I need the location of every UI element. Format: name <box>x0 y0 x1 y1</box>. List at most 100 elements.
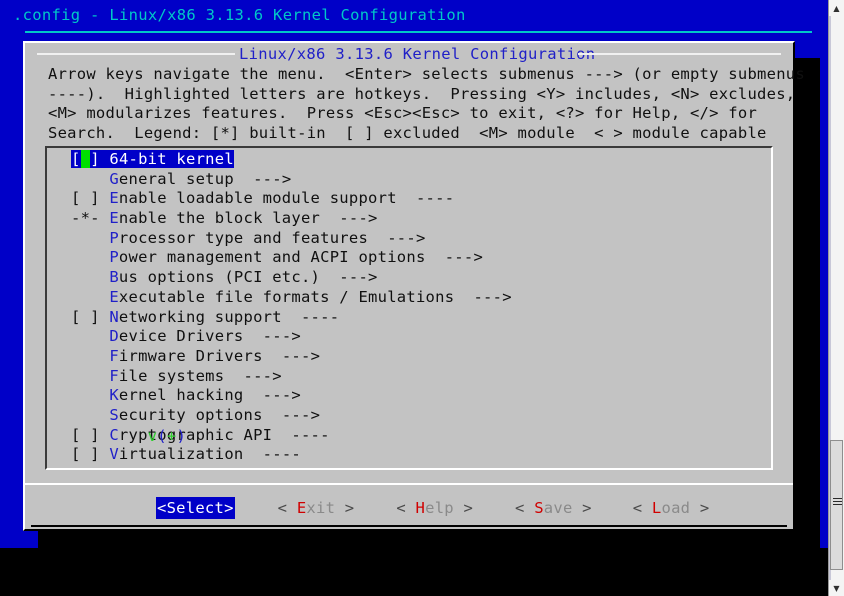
terminal-bottom-strip <box>0 548 828 572</box>
menu-item-submenu-indicator: ---> <box>368 228 426 247</box>
scrollbar-down-arrow-icon[interactable]: ▼ <box>829 580 844 596</box>
menu-item-label: evice Drivers <box>118 327 244 346</box>
window-title-bar: .config - Linux/x86 3.13.6 Kernel Config… <box>0 0 828 32</box>
button-label: ave <box>543 499 573 517</box>
menu-item-state-marker <box>71 327 109 345</box>
menu-item-hotkey: P <box>109 228 119 247</box>
menu-item[interactable]: Power management and ACPI options ---> <box>47 248 771 268</box>
help-text: Arrow keys navigate the menu. <Enter> se… <box>48 65 805 142</box>
menu-item-label: irmware Drivers <box>118 346 263 365</box>
scroll-down-indicator: v(+) <box>71 407 186 466</box>
menu-item[interactable]: -*- Enable the block layer ---> <box>47 209 771 229</box>
menu-item-state-marker <box>71 347 109 365</box>
menu-item-submenu-indicator: ---> <box>262 346 321 365</box>
menu-item-state-marker <box>71 288 109 306</box>
button-label: <Select> <box>157 499 234 517</box>
button-bracket-right: > <box>572 499 592 517</box>
menu-item-label: ile systems <box>118 366 225 385</box>
button-bracket-left: < <box>515 499 535 517</box>
dialog-title-rule-right <box>578 53 781 55</box>
menu-item-hotkey: K <box>109 386 119 405</box>
terminal-window: .config - Linux/x86 3.13.6 Kernel Config… <box>0 0 828 572</box>
menu-item[interactable]: [ ] Enable loadable module support ---- <box>47 189 771 209</box>
scrollbar-grip-icon <box>833 498 842 507</box>
menu-item-state-marker <box>71 170 109 188</box>
menu-item-submenu-indicator: ---> <box>262 405 321 424</box>
menu-item-hotkey: E <box>109 287 119 306</box>
scroll-paren-close: ) <box>176 426 187 445</box>
exit-button[interactable]: < Exit > <box>278 497 355 519</box>
menu-item-label: ower management and ACPI options <box>118 248 426 267</box>
menu-item-hotkey: F <box>109 346 119 365</box>
menu-item-submenu-indicator: ---> <box>454 287 512 306</box>
menu-item-label: eneral setup <box>118 169 234 188</box>
title-divider <box>25 31 812 33</box>
menu-item[interactable]: Kernel hacking ---> <box>47 386 771 406</box>
button-bracket-right: > <box>335 499 355 517</box>
menu-item-state-marker: [ ] <box>71 307 110 326</box>
select-button[interactable]: <Select> <box>156 497 235 519</box>
menu-item-state-marker: -*- <box>71 209 110 228</box>
dialog-title: Linux/x86 3.13.6 Kernel Configuration <box>239 45 596 63</box>
button-label: oad <box>661 499 691 517</box>
scrollbar-thumb[interactable] <box>830 440 843 570</box>
menu-item-hotkey: P <box>109 248 119 267</box>
menu-item-hotkey: E <box>109 209 119 228</box>
menu-item-submenu-indicator: ---> <box>320 209 378 228</box>
menu-item[interactable]: Bus options (PCI etc.) ---> <box>47 268 771 288</box>
menu-item-hotkey: B <box>109 268 119 287</box>
button-bracket-left: < <box>396 499 416 517</box>
menu-item[interactable]: [ ] 64-bit kernel <box>47 150 771 170</box>
button-label: xit <box>306 499 336 517</box>
menu-item[interactable]: File systems ---> <box>47 367 771 387</box>
menu-item-state-marker: [ ] <box>71 189 110 208</box>
menu-item-hotkey: E <box>109 189 119 208</box>
checkbox-bracket-open: [ <box>71 150 81 168</box>
menu-item-state-marker <box>71 367 109 385</box>
button-hotkey: E <box>296 499 307 517</box>
help-button[interactable]: < Help > <box>396 497 473 519</box>
load-button[interactable]: < Load > <box>633 497 710 519</box>
menu-item-state-marker <box>71 248 109 266</box>
menu-item-submenu-indicator: ---> <box>425 248 484 267</box>
menu-item-label: 64-bit kernel <box>109 150 234 168</box>
menu-item-hotkey: F <box>109 366 119 385</box>
menu-item-hotkey: N <box>109 307 119 326</box>
text-cursor <box>80 150 91 168</box>
menu-item[interactable]: Firmware Drivers ---> <box>47 347 771 367</box>
menu-item-hotkey: G <box>109 169 119 188</box>
menu-item[interactable]: Device Drivers ---> <box>47 327 771 347</box>
dialog-title-bar: Linux/x86 3.13.6 Kernel Configuration <box>25 44 793 64</box>
menu-item-state-marker <box>71 229 109 247</box>
button-hotkey: H <box>415 499 426 517</box>
button-bracket-left: < <box>632 499 652 517</box>
menu-item[interactable]: General setup ---> <box>47 170 771 190</box>
menu-item-submenu-indicator: ---- <box>396 189 455 208</box>
button-hotkey: S <box>534 499 544 517</box>
menu-item-label: etworking support <box>118 307 282 326</box>
menu-item-label: nable loadable module support <box>118 189 397 208</box>
menu-item-submenu-indicator: ---- <box>272 425 330 444</box>
menu-item[interactable]: Processor type and features ---> <box>47 229 771 249</box>
menu-item-state-marker <box>71 268 109 286</box>
menu-item-state-marker <box>71 386 109 404</box>
menu-item-hotkey: D <box>109 327 119 346</box>
menu-box[interactable]: [ ] 64-bit kernel General setup --->[ ] … <box>45 146 773 470</box>
scrollbar-up-arrow-icon[interactable]: ▲ <box>829 0 844 16</box>
menu-item-submenu-indicator: ---> <box>243 386 301 405</box>
window-title: .config - Linux/x86 3.13.6 Kernel Config… <box>13 6 466 24</box>
button-label: elp <box>425 499 454 517</box>
kernel-config-dialog: Linux/x86 3.13.6 Kernel Configuration Ar… <box>23 41 805 531</box>
menu-item-label: rocessor type and features <box>118 228 369 247</box>
button-bar-divider <box>25 483 793 485</box>
scroll-paren-open: ( <box>157 426 167 445</box>
menu-item-submenu-indicator: ---> <box>224 366 282 385</box>
menu-item-submenu-indicator: ---> <box>243 327 301 346</box>
window-scrollbar[interactable]: ▲ ▼ <box>828 0 844 596</box>
menu-item-submenu-indicator: ---> <box>233 169 292 188</box>
menu-item[interactable]: Executable file formats / Emulations ---… <box>47 288 771 308</box>
menu-item-submenu-indicator: ---> <box>320 268 378 287</box>
save-button[interactable]: < Save > <box>515 497 592 519</box>
button-bracket-right: > <box>453 499 474 517</box>
menu-item[interactable]: [ ] Networking support ---- <box>47 308 771 328</box>
